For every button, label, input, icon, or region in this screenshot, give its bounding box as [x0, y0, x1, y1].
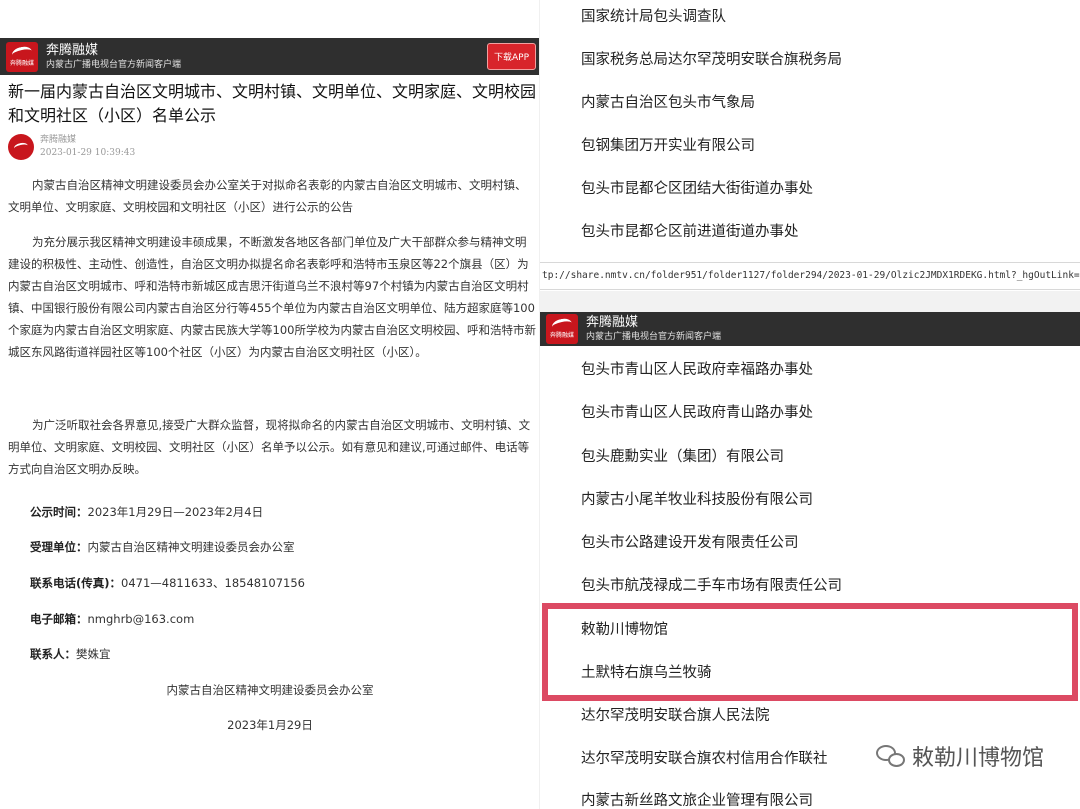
org-list-item: 包头市昆都仑区团结大街街道办事处 — [581, 181, 813, 197]
app-subtitle: 内蒙古广播电视台官方新闻客户端 — [586, 332, 722, 342]
highlight-box — [542, 603, 1078, 701]
watermark-text: 敕勒川博物馆 — [911, 746, 1044, 771]
article-title: 新一届内蒙古自治区文明城市、文明村镇、文明单位、文明家庭、文明校园和文明社区（小… — [8, 82, 537, 125]
app-logo-icon: 奔腾融媒 — [6, 41, 38, 72]
org-list-item: 包头市航茂禄成二手车市场有限责任公司 — [581, 578, 842, 594]
screenshot-gap — [540, 291, 1080, 312]
org-list-item: 包头鹿勳实业（集团）有限公司 — [581, 449, 784, 465]
app-name: 奔腾融媒 — [46, 42, 99, 58]
org-list-item: 内蒙古自治区包头市气象局 — [581, 95, 755, 111]
app-header-bar: 奔腾融媒 奔腾融媒 内蒙古广播电视台官方新闻客户端 下载APP — [0, 38, 540, 75]
org-list-item: 国家税务总局达尔罕茂明安联合旗税务局 — [581, 52, 842, 68]
signature-date: 2023年1月29日 — [227, 718, 313, 732]
org-list-item: 达尔罕茂明安联合旗农村信用合作联社 — [581, 751, 828, 767]
download-app-button[interactable]: 下载APP — [486, 43, 536, 70]
signature-org: 内蒙古自治区精神文明建设委员会办公室 — [166, 683, 374, 697]
org-list-item: 包头市青山区人民政府青山路办事处 — [581, 405, 813, 421]
org-list-item: 包头市公路建设开发有限责任公司 — [581, 535, 799, 551]
article-screenshot-panel: 奔腾融媒 奔腾融媒 内蒙古广播电视台官方新闻客户端 下载APP 新一届内蒙古自治… — [0, 0, 540, 809]
contact-email: 电子邮箱：nmghrb@163.com — [30, 612, 195, 626]
app-name: 奔腾融媒 — [586, 315, 639, 330]
article-author: 奔腾融媒 2023-01-29 10:39:43 — [8, 134, 135, 160]
wechat-icon — [875, 741, 906, 771]
article-paragraph: 为充分展示我区精神文明建设丰硕成果，不断激发各地区各部门单位及广大干部群众参与精… — [8, 235, 536, 359]
article-paragraph: 为广泛听取社会各界意见,接受广大群众监督，现将拟命名的内蒙古自治区文明城市、文明… — [8, 418, 531, 476]
org-list-item: 达尔罕茂明安联合旗人民法院 — [581, 708, 770, 724]
org-list-item: 包头市青山区人民政府幸福路办事处 — [581, 362, 813, 378]
notice-period: 公示时间：2023年1月29日—2023年2月4日 — [30, 505, 264, 519]
org-list-screenshot-panel: 国家统计局包头调查队 国家税务总局达尔罕茂明安联合旗税务局 内蒙古自治区包头市气… — [540, 0, 1080, 809]
author-avatar-icon — [8, 134, 34, 160]
highlighted-org-item: 土默特右旗乌兰牧骑 — [581, 665, 712, 681]
contact-person: 联系人：樊姝宜 — [30, 647, 111, 661]
app-brand: 奔腾融媒 内蒙古广播电视台官方新闻客户端 — [46, 43, 181, 71]
author-name: 奔腾融媒 — [40, 135, 77, 145]
app-subtitle: 内蒙古广播电视台官方新闻客户端 — [46, 59, 182, 70]
publish-time: 2023-01-29 10:39:43 — [40, 148, 136, 158]
browser-url-bar[interactable]: tp://share.nmtv.cn/folder951/folder1127/… — [540, 262, 1080, 290]
org-list-item: 国家统计局包头调查队 — [581, 9, 726, 25]
org-list-item: 包头市昆都仑区前进道街道办事处 — [581, 224, 799, 240]
wechat-watermark: 敕勒川博物馆 — [875, 740, 1044, 772]
accepting-unit: 受理单位：内蒙古自治区精神文明建设委员会办公室 — [30, 540, 295, 554]
article-paragraph: 内蒙古自治区精神文明建设委员会办公室关于对拟命名表彰的内蒙古自治区文明城市、文明… — [8, 178, 527, 214]
contact-phone: 联系电话(传真)：0471—4811633、18548107156 — [30, 576, 305, 590]
app-brand: 奔腾融媒 内蒙古广播电视台官方新闻客户端 — [586, 315, 721, 343]
org-list-item: 内蒙古新丝路文旅企业管理有限公司 — [581, 793, 813, 809]
highlighted-org-item: 敕勒川博物馆 — [581, 622, 668, 638]
app-logo-icon: 奔腾融媒 — [546, 314, 578, 344]
app-header-bar: 奔腾融媒 奔腾融媒 内蒙古广播电视台官方新闻客户端 — [540, 312, 1080, 346]
org-list-item: 包钢集团万开实业有限公司 — [581, 138, 755, 154]
org-list-item: 内蒙古小尾羊牧业科技股份有限公司 — [581, 492, 813, 508]
